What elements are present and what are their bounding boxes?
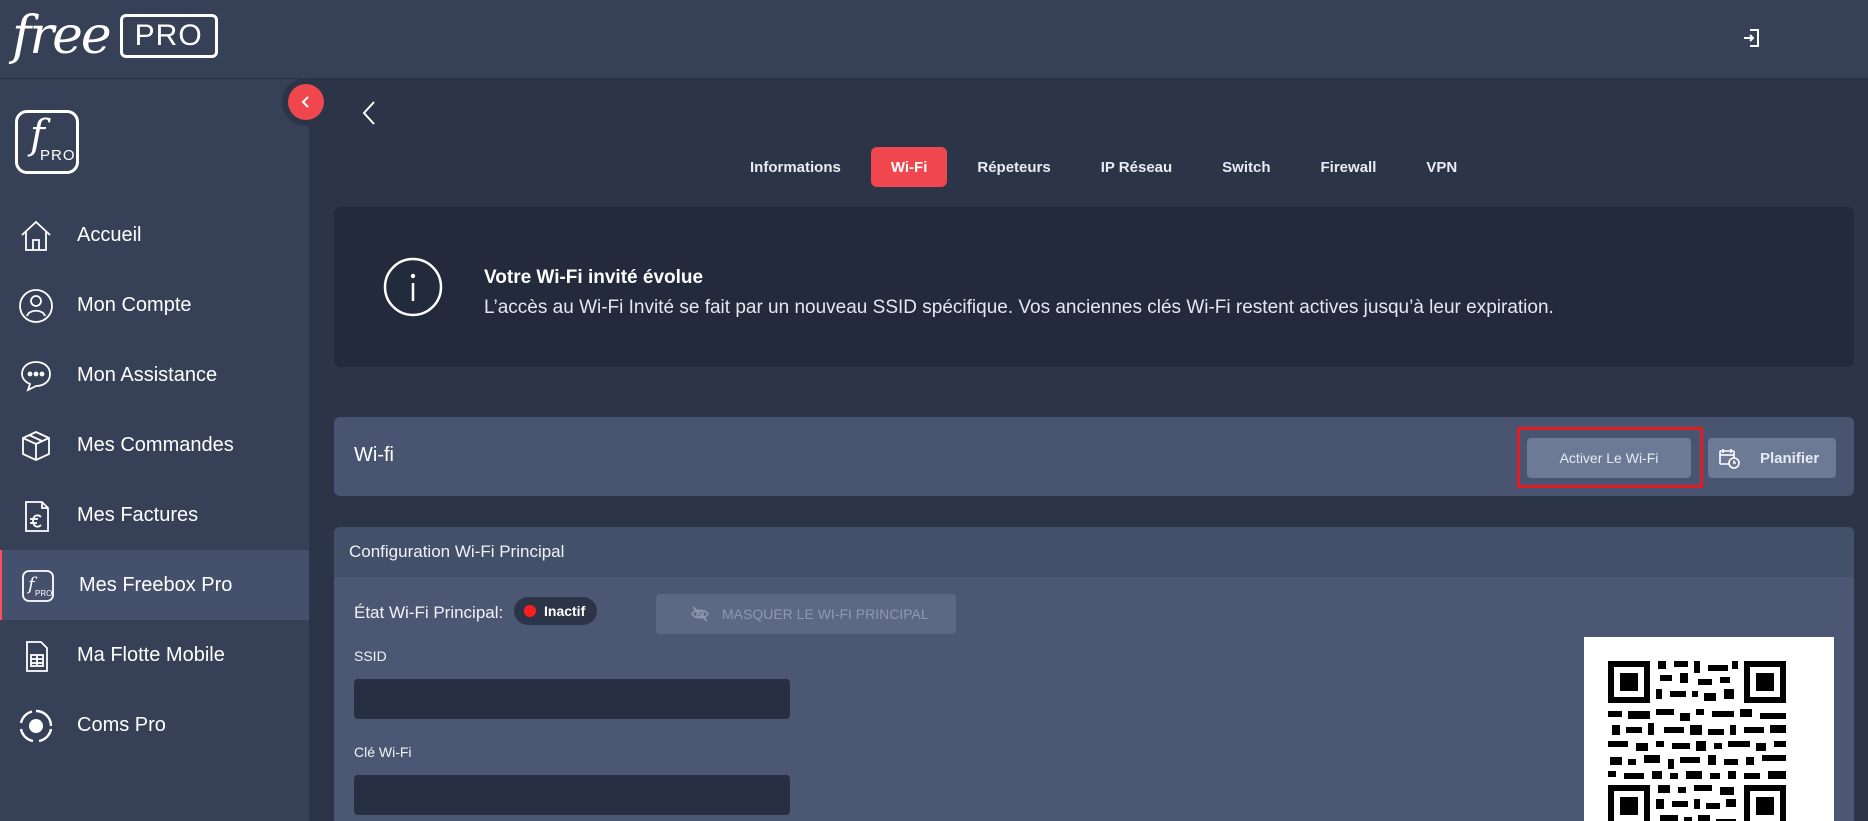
box-icon (22, 431, 50, 461)
wifi-toggle-bar: Wi-fi Activer Le Wi-Fi Planifier (334, 417, 1854, 496)
status-label: État Wi-Fi Principal: (354, 603, 504, 622)
sidebar-item-label: Mes Freebox Pro (79, 573, 233, 596)
config-title: Configuration Wi-Fi Principal (334, 527, 1854, 577)
sidebar-item-label: Ma Flotte Mobile (77, 643, 225, 666)
chat-icon (21, 361, 51, 392)
tab-repeteurs[interactable]: Répeteurs (957, 147, 1070, 187)
sidebar-item-mes-factures[interactable]: Mes Factures (0, 480, 309, 550)
ssid-label: SSID (354, 648, 387, 664)
sidebar-item-label: Mon Assistance (77, 363, 218, 386)
logo-pro-small: PRO (40, 147, 76, 164)
logo-pro-text: PRO (119, 14, 218, 58)
wifi-key-input[interactable] (354, 775, 790, 815)
schedule-label: Planifier (1760, 449, 1820, 467)
info-icon (383, 257, 443, 317)
user-icon (19, 289, 53, 323)
sim-icon (26, 641, 48, 672)
sidebar-item-label: Mes Commandes (77, 433, 234, 456)
wifi-bar-title: Wi-fi (354, 444, 394, 466)
schedule-button[interactable]: Planifier (1708, 438, 1836, 478)
status-value: Inactif (544, 603, 586, 619)
calendar-clock-icon (1719, 449, 1740, 469)
logo-free-text: free (12, 6, 112, 66)
qr-code-icon (1608, 661, 1786, 821)
sidebar-item-label: Accueil (77, 223, 142, 246)
tab-wifi[interactable]: Wi-Fi (870, 147, 948, 187)
settings-tabs: Informations Wi-Fi Répeteurs IP Réseau S… (730, 147, 1487, 187)
info-title: Votre Wi-Fi invité évolue (484, 267, 704, 288)
invoice-icon (25, 501, 49, 532)
sidebar-item-mes-commandes[interactable]: Mes Commandes (0, 410, 309, 480)
info-banner: Votre Wi-Fi invité évolue L’accès au Wi-… (334, 207, 1854, 367)
svg-text:PRO: PRO (35, 589, 52, 598)
tab-switch[interactable]: Switch (1202, 147, 1290, 187)
logout-icon[interactable] (1740, 26, 1764, 50)
top-header: free PRO (0, 0, 1868, 79)
tab-informations[interactable]: Informations (730, 147, 861, 187)
sidebar-item-label: Mon Compte (77, 293, 192, 316)
tab-vpn[interactable]: VPN (1406, 147, 1477, 187)
sidebar-item-mon-compte[interactable]: Mon Compte (0, 270, 309, 340)
status-dot (524, 605, 536, 617)
collapse-sidebar-button[interactable] (282, 78, 330, 126)
sidebar-item-ma-flotte-mobile[interactable]: Ma Flotte Mobile (0, 620, 309, 690)
wifi-qr-code (1584, 637, 1834, 821)
eye-off-icon (691, 606, 709, 622)
sidebar-item-mes-freebox-pro[interactable]: f PRO Mes Freebox Pro (0, 550, 309, 620)
sidebar-item-label: Mes Factures (77, 503, 199, 526)
home-icon (21, 220, 51, 251)
back-arrow-icon[interactable] (358, 98, 382, 128)
coms-icon (19, 709, 53, 743)
freebox-icon: f PRO (22, 570, 54, 602)
free-pro-logo[interactable]: free PRO (12, 10, 218, 62)
sidebar-item-accueil[interactable]: Accueil (0, 200, 309, 270)
activate-wifi-button[interactable]: Activer Le Wi-Fi (1527, 438, 1691, 478)
sidebar-nav: Accueil Mon Compte Mon Assistance Mes Co… (0, 200, 309, 760)
sidebar-item-label: Coms Pro (77, 713, 166, 736)
wifi-config-panel: Configuration Wi-Fi Principal État Wi-Fi… (334, 527, 1854, 821)
hide-wifi-button[interactable]: MASQUER LE WI-FI PRINCIPAL (656, 594, 956, 634)
sidebar-item-coms-pro[interactable]: Coms Pro (0, 690, 309, 760)
chevron-left-icon (288, 84, 324, 120)
status-badge: Inactif (514, 597, 598, 625)
wifi-key-label: Clé Wi-Fi (354, 744, 412, 760)
tab-firewall[interactable]: Firewall (1301, 147, 1397, 187)
freebox-pro-logo: f PRO (15, 110, 79, 174)
sidebar-item-mon-assistance[interactable]: Mon Assistance (0, 340, 309, 410)
info-text: L’accès au Wi-Fi Invité se fait par un n… (484, 297, 1554, 318)
tab-ip-reseau[interactable]: IP Réseau (1081, 147, 1192, 187)
hide-wifi-label: MASQUER LE WI-FI PRINCIPAL (722, 606, 929, 622)
ssid-input[interactable] (354, 679, 790, 719)
